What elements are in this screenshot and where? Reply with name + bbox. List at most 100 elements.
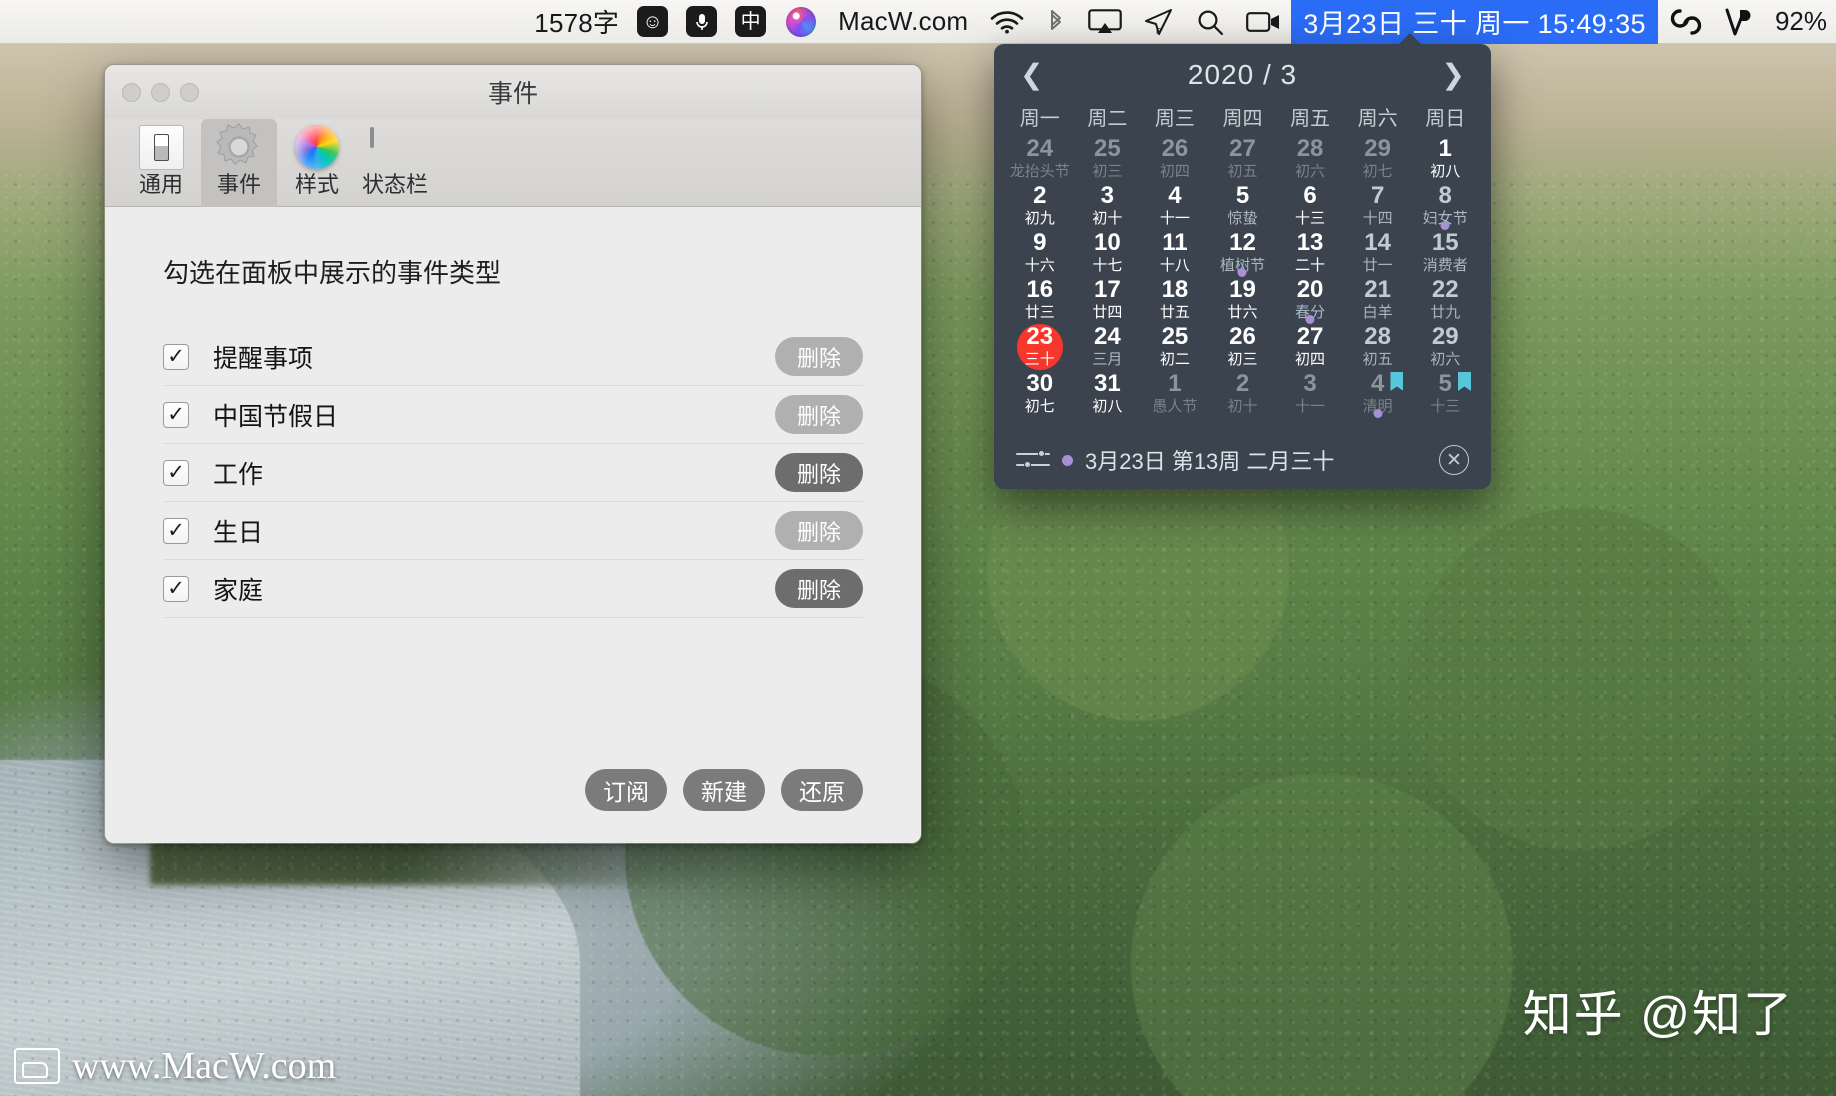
delete-button[interactable]: 删除: [775, 569, 863, 608]
lunar-label: 初九: [1024, 209, 1055, 227]
calendar-day-cell[interactable]: 14 廿一: [1344, 229, 1412, 276]
calendar-day-cell[interactable]: 28 初六: [1276, 135, 1344, 182]
calendar-day-cell[interactable]: 18 廿五: [1141, 276, 1209, 323]
preferences-content: 勾选在面板中展示的事件类型 ✓ 提醒事项 删除 ✓ 中国节假日 删除 ✓ 工作 …: [105, 207, 921, 843]
active-app-name[interactable]: MacW.com: [827, 0, 979, 44]
sliders-icon[interactable]: [1016, 448, 1050, 472]
window-titlebar[interactable]: 事件: [105, 65, 921, 119]
delete-button[interactable]: 删除: [775, 337, 863, 376]
wifi-icon[interactable]: [979, 0, 1035, 44]
calendar-day-cell[interactable]: 5 惊蛰: [1209, 182, 1277, 229]
calendar-day-cell[interactable]: 24 龙抬头节: [1006, 135, 1074, 182]
calendar-day-cell[interactable]: 23 三十: [1006, 323, 1074, 370]
mic-icon[interactable]: [677, 0, 726, 44]
lunar-label: 愚人节: [1152, 397, 1198, 415]
calendar-day-cell[interactable]: 9 十六: [1006, 229, 1074, 276]
day-number: 11: [1162, 229, 1188, 257]
subscribe-button[interactable]: 订阅: [585, 769, 667, 811]
day-number: 2: [1033, 182, 1047, 210]
emoji-icon[interactable]: ☺: [628, 0, 677, 44]
calendar-day-cell[interactable]: 3 初十: [1074, 182, 1142, 229]
calendar-day-cell[interactable]: 29 初六: [1411, 323, 1479, 370]
calendar-day-cell[interactable]: 31 初八: [1074, 370, 1142, 417]
row-label: 工作: [213, 460, 264, 489]
calendar-day-cell[interactable]: 5 十三: [1411, 370, 1479, 417]
siri-icon[interactable]: [775, 0, 827, 44]
screen-record-icon[interactable]: [1235, 0, 1291, 44]
checkbox-chinese-holidays[interactable]: ✓: [163, 401, 189, 428]
table-row[interactable]: ✓ 工作 删除: [163, 444, 863, 502]
calendar-day-cell[interactable]: 13 二十: [1276, 229, 1344, 276]
calendar-day-cell[interactable]: 17 廿四: [1074, 276, 1142, 323]
calendar-day-cell[interactable]: 1 初八: [1411, 135, 1479, 182]
calendar-day-cell[interactable]: 28 初五: [1344, 323, 1412, 370]
table-row[interactable]: ✓ 家庭 删除: [163, 560, 863, 618]
calendar-day-cell[interactable]: 11 十八: [1141, 229, 1209, 276]
calendar-day-cell[interactable]: 4 十一: [1141, 182, 1209, 229]
calendar-day-cell[interactable]: 16 廿三: [1006, 276, 1074, 323]
checkbox-work[interactable]: ✓: [163, 459, 189, 486]
vpn-icon[interactable]: [1714, 0, 1762, 44]
creative-cloud-icon[interactable]: [1658, 0, 1714, 44]
day-number: 12: [1229, 229, 1256, 257]
toolbar-tab-style[interactable]: 样式: [279, 119, 355, 207]
calendar-day-cell[interactable]: 24 三月: [1074, 323, 1142, 370]
table-row[interactable]: ✓ 中国节假日 删除: [163, 386, 863, 444]
battery-percent[interactable]: 92%: [1762, 0, 1836, 44]
new-button[interactable]: 新建: [683, 769, 765, 811]
input-method-indicator[interactable]: 中: [726, 0, 775, 44]
table-row[interactable]: ✓ 提醒事项 删除: [163, 328, 863, 386]
toolbar-tab-general[interactable]: 通用: [123, 119, 199, 207]
airplay-icon[interactable]: [1077, 0, 1133, 44]
menubar-clock[interactable]: 3月23日 三十 周一 15:49:35: [1291, 0, 1658, 44]
watermark-left-text: www.MacW.com: [72, 1045, 337, 1087]
word-count-indicator[interactable]: 1578字: [525, 0, 628, 44]
checkbox-birthday[interactable]: ✓: [163, 517, 189, 544]
toolbar-tab-statusbar[interactable]: 状态栏: [357, 119, 433, 207]
checkbox-reminders[interactable]: ✓: [163, 343, 189, 370]
calendar-day-cell[interactable]: 3 十一: [1276, 370, 1344, 417]
calendar-day-cell[interactable]: 25 初二: [1141, 323, 1209, 370]
table-row[interactable]: ✓ 生日 删除: [163, 502, 863, 560]
day-number: 6: [1303, 182, 1317, 210]
calendar-day-cell[interactable]: 26 初四: [1141, 135, 1209, 182]
calendar-day-cell[interactable]: 4 清明: [1344, 370, 1412, 418]
calendar-day-cell[interactable]: 2 初十: [1209, 370, 1277, 417]
calendar-day-grid: 24 龙抬头节 25 初三 26 初四 27 初五 28 初六 29 初七 1 初八 2 初九 3 初十 4 十一 5 惊…: [1006, 135, 1479, 418]
calendar-day-cell[interactable]: 1 愚人节: [1141, 370, 1209, 417]
calendar-day-cell[interactable]: 19 廿六: [1209, 276, 1277, 323]
calendar-day-cell[interactable]: 2 初九: [1006, 182, 1074, 229]
calendar-day-cell[interactable]: 21 白羊: [1344, 276, 1412, 323]
calendar-day-cell[interactable]: 27 初四: [1276, 323, 1344, 370]
day-number: 23: [1026, 323, 1054, 351]
day-number: 26: [1229, 323, 1256, 351]
calendar-day-cell[interactable]: 29 初七: [1344, 135, 1412, 182]
calendar-day-cell[interactable]: 30 初七: [1006, 370, 1074, 417]
search-icon[interactable]: [1185, 0, 1235, 44]
calendar-day-cell[interactable]: 12 植树节: [1209, 229, 1277, 277]
lunar-label: 廿三: [1024, 303, 1055, 321]
calendar-day-cell[interactable]: 22 廿九: [1411, 276, 1479, 323]
delete-button[interactable]: 删除: [775, 511, 863, 550]
close-icon[interactable]: ✕: [1439, 445, 1469, 475]
delete-button[interactable]: 删除: [775, 453, 863, 492]
calendar-day-cell[interactable]: 10 十七: [1074, 229, 1142, 276]
delete-button[interactable]: 删除: [775, 395, 863, 434]
preferences-toolbar: 通用 事件 样式 状态栏: [105, 119, 921, 207]
calendar-day-cell[interactable]: 25 初三: [1074, 135, 1142, 182]
day-number: 24: [1094, 323, 1121, 351]
calendar-day-cell[interactable]: 26 初三: [1209, 323, 1277, 370]
restore-button[interactable]: 还原: [781, 769, 863, 811]
row-label: 中国节假日: [213, 402, 339, 431]
calendar-day-cell[interactable]: 7 十四: [1344, 182, 1412, 229]
send-icon[interactable]: P: [1133, 0, 1185, 44]
calendar-day-cell[interactable]: 27 初五: [1209, 135, 1277, 182]
calendar-day-cell[interactable]: 6 十三: [1276, 182, 1344, 229]
toolbar-tab-events[interactable]: 事件: [201, 119, 277, 207]
calendar-day-cell[interactable]: 8 妇女节: [1411, 182, 1479, 230]
checkbox-family[interactable]: ✓: [163, 575, 189, 602]
calendar-day-cell[interactable]: 15 消费者: [1411, 229, 1479, 276]
bluetooth-icon[interactable]: [1035, 0, 1077, 44]
calendar-day-cell[interactable]: 20 春分: [1276, 276, 1344, 324]
section-title: 勾选在面板中展示的事件类型: [163, 258, 502, 288]
